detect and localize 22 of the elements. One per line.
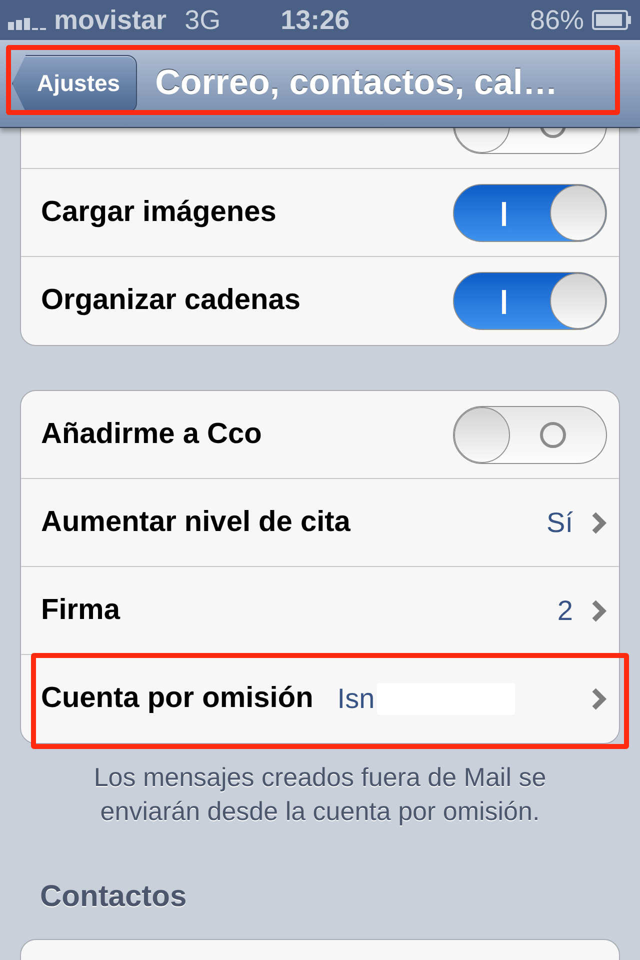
row-label: Aumentar nivel de cita — [41, 504, 350, 540]
row-value: Isn — [337, 682, 375, 716]
row-label: Organizar cadenas — [41, 283, 300, 318]
row-label: Cuenta por omisión — [41, 681, 314, 716]
battery-icon — [592, 10, 632, 30]
signal-icon — [8, 16, 48, 30]
row-value: 2 — [557, 594, 573, 628]
row-label: Añadirme a Cco — [41, 416, 262, 452]
battery-percent: 86% — [530, 4, 584, 37]
chevron-icon — [591, 687, 607, 711]
footer-note: Los mensajes creados fuera de Mail se enviarán desde la cuenta por omisión. — [92, 761, 548, 828]
carrier-name: movistar — [54, 4, 167, 37]
row-value: Sí — [546, 506, 573, 540]
section-header: Contactos — [39, 879, 188, 915]
back-button[interactable]: Ajustes — [12, 54, 138, 112]
clock-time: 13:26 — [280, 4, 350, 37]
chevron-icon — [591, 510, 607, 534]
row-label: Firma — [41, 592, 120, 628]
row-label: Cargar imágenes — [41, 194, 276, 230]
chevron-icon — [591, 598, 607, 622]
network-type: 3G — [184, 4, 221, 37]
nav-title: Correo, contactos, cal… — [155, 62, 558, 104]
